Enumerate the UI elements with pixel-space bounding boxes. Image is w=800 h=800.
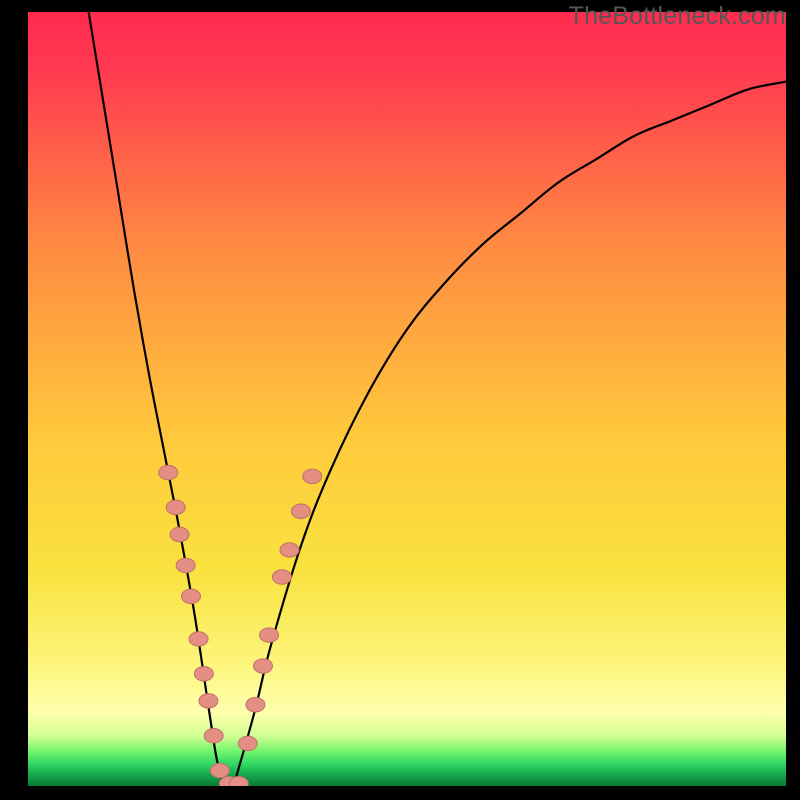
marker-dot bbox=[260, 628, 279, 642]
marker-dot bbox=[170, 527, 189, 541]
watermark-text: TheBottleneck.com bbox=[569, 2, 786, 31]
gradient-bg bbox=[28, 12, 786, 786]
marker-dot bbox=[246, 698, 265, 712]
marker-dot bbox=[166, 500, 185, 514]
marker-dot bbox=[210, 763, 229, 777]
marker-dot bbox=[280, 543, 299, 557]
marker-dot bbox=[204, 728, 223, 742]
marker-dot bbox=[303, 469, 322, 483]
marker-dot bbox=[189, 632, 208, 646]
marker-dot bbox=[238, 736, 257, 750]
chart-plot bbox=[28, 12, 786, 786]
marker-dot bbox=[272, 570, 291, 584]
chart-frame: TheBottleneck.com bbox=[0, 0, 800, 800]
marker-dot bbox=[291, 504, 310, 518]
marker-dot bbox=[176, 558, 195, 572]
marker-dot bbox=[199, 694, 218, 708]
marker-dot bbox=[253, 659, 272, 673]
marker-dot bbox=[181, 589, 200, 603]
marker-dot bbox=[194, 667, 213, 681]
marker-dot bbox=[159, 465, 178, 479]
